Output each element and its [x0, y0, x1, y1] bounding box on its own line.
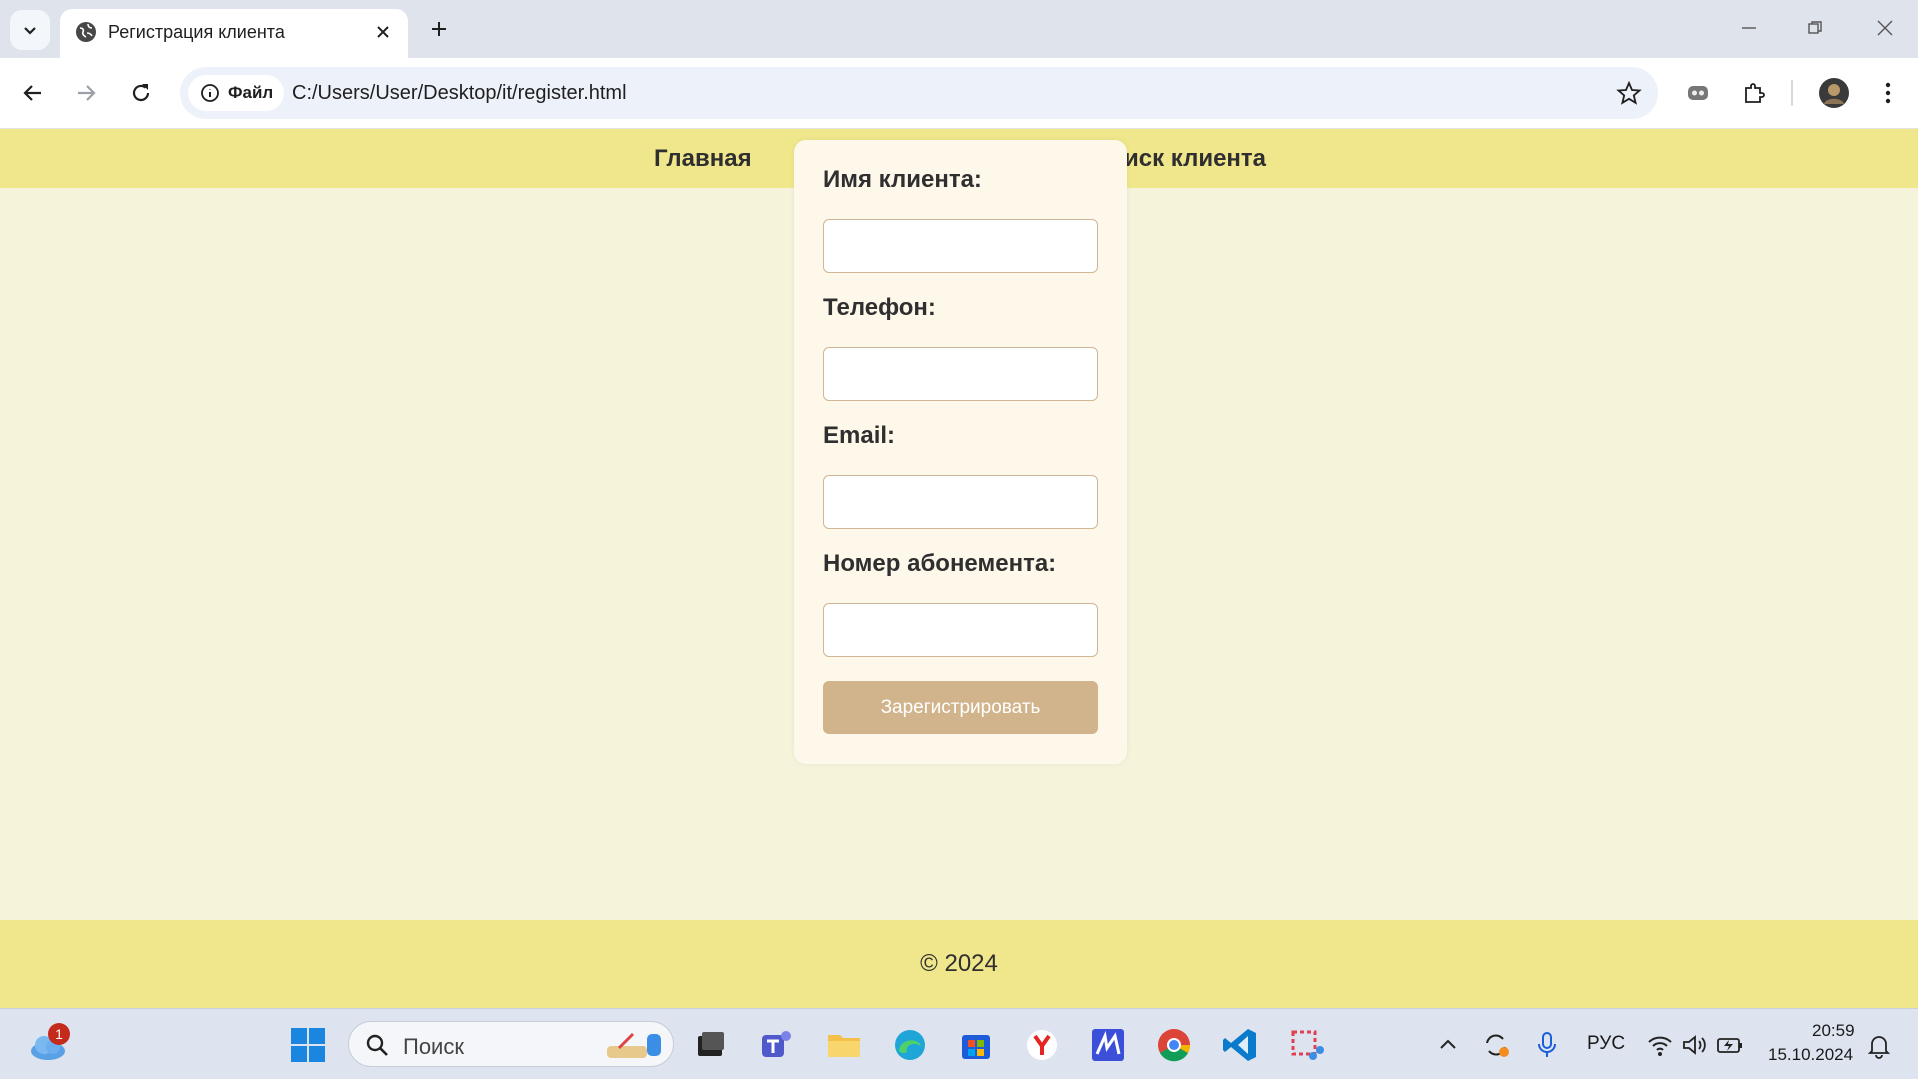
bell-icon [1867, 1036, 1891, 1059]
vscode-like-app[interactable] [1089, 1026, 1127, 1064]
forward-button[interactable] [68, 75, 104, 111]
site-footer: © 2024 [0, 920, 1918, 1008]
clock-date[interactable]: 15.10.2024 [1768, 1045, 1853, 1065]
close-window-button[interactable] [1860, 10, 1910, 46]
edge-icon [895, 1030, 925, 1060]
microphone-icon [1538, 1032, 1556, 1057]
task-view-icon [698, 1032, 724, 1056]
email-label: Email: [823, 422, 896, 449]
notifications-button[interactable] [1866, 1033, 1892, 1059]
chevron-up-icon [1440, 1039, 1456, 1049]
edge-app[interactable] [891, 1026, 929, 1064]
globe-icon [76, 22, 96, 42]
battery-charging-icon [1717, 1038, 1742, 1053]
volume-tray-button[interactable] [1680, 1031, 1708, 1059]
new-tab-button[interactable] [424, 14, 454, 44]
taskbar-search[interactable]: Поиск [348, 1021, 674, 1067]
nav-link-home[interactable]: Главная [654, 145, 752, 173]
registration-form: Имя клиента: Телефон: Email: Номер абоне… [794, 140, 1127, 764]
minimize-icon [1742, 27, 1756, 29]
input-language-indicator[interactable]: РУС [1587, 1033, 1625, 1055]
membership-number-input[interactable] [823, 603, 1098, 657]
extensions-menu-button[interactable] [1736, 75, 1772, 111]
taskbar-search-placeholder: Поиск [403, 1034, 464, 1059]
chrome-icon [1158, 1029, 1191, 1062]
site-info-chip[interactable]: Файл [188, 75, 284, 111]
start-button[interactable] [289, 1026, 327, 1064]
email-input[interactable] [823, 475, 1098, 529]
active-tab[interactable]: Регистрация клиента [60, 9, 408, 58]
star-icon[interactable] [1616, 80, 1642, 106]
close-icon [1877, 20, 1893, 36]
search-icon [366, 1034, 388, 1056]
teams-app[interactable] [758, 1026, 796, 1064]
phone-input[interactable] [823, 347, 1098, 401]
more-vertical-icon [1885, 82, 1891, 104]
avatar [1819, 78, 1849, 108]
wifi-icon [1648, 1036, 1672, 1056]
battery-tray-button[interactable] [1716, 1031, 1744, 1059]
site-info-label: Файл [228, 83, 274, 102]
chevron-down-icon [24, 27, 36, 35]
snipping-tool-icon [1291, 1030, 1324, 1060]
incognito-mask-icon [1688, 86, 1708, 100]
membership-number-label: Номер абонемента: [823, 550, 1057, 577]
restore-button[interactable] [1790, 10, 1840, 46]
client-name-label: Имя клиента: [823, 166, 982, 193]
search-highlight-icon [607, 1032, 661, 1058]
clock-time[interactable]: 20:59 [1812, 1021, 1855, 1041]
tab-strip: Регистрация клиента [0, 0, 1918, 58]
weather-widget[interactable]: 1 [26, 1023, 70, 1067]
yandex-icon [1027, 1030, 1057, 1060]
nav-link-client-search[interactable]: иск клиента [1124, 145, 1266, 173]
restore-icon [1808, 21, 1822, 34]
puzzle-icon [1745, 83, 1765, 103]
vscode-icon [1223, 1029, 1256, 1061]
taskbar: 1 Поиск РУС 20:59 15.10.2024 [0, 1008, 1918, 1079]
vscode-app[interactable] [1221, 1026, 1259, 1064]
teams-icon [762, 1031, 791, 1057]
close-tab-button[interactable] [370, 19, 396, 45]
profile-button[interactable] [1816, 75, 1852, 111]
store-app[interactable] [957, 1026, 995, 1064]
sync-tray-button[interactable] [1482, 1031, 1510, 1059]
snipping-tool-app[interactable] [1287, 1026, 1325, 1064]
yandex-browser-app[interactable] [1023, 1026, 1061, 1064]
editor-app-icon [1092, 1029, 1124, 1061]
arrow-left-icon [23, 85, 41, 101]
show-hidden-icons-button[interactable] [1436, 1033, 1460, 1057]
browser-menu-button[interactable] [1870, 75, 1906, 111]
toolbar-divider [1791, 80, 1793, 106]
extension-button[interactable] [1680, 75, 1716, 111]
tab-search-button[interactable] [10, 10, 50, 50]
close-icon [377, 26, 389, 38]
file-explorer-app[interactable] [825, 1026, 863, 1064]
info-icon [201, 84, 219, 102]
folder-icon [828, 1035, 860, 1057]
reload-icon [132, 84, 150, 102]
reload-button[interactable] [123, 75, 159, 111]
copyright-text: © 2024 [920, 950, 998, 977]
tab-title: Регистрация клиента [108, 22, 285, 42]
plus-icon [432, 22, 446, 36]
sync-icon [1486, 1034, 1509, 1057]
arrow-right-icon [78, 85, 96, 101]
volume-icon [1683, 1035, 1706, 1055]
register-button[interactable]: Зарегистрировать [823, 681, 1098, 734]
minimize-button[interactable] [1724, 10, 1774, 46]
chrome-app[interactable] [1155, 1026, 1193, 1064]
back-button[interactable] [15, 75, 51, 111]
wifi-tray-button[interactable] [1646, 1031, 1674, 1059]
notification-badge: 1 [48, 1023, 70, 1045]
address-bar[interactable]: Файл C:/Users/User/Desktop/it/register.h… [180, 67, 1658, 119]
client-name-input[interactable] [823, 219, 1098, 273]
microphone-tray-button[interactable] [1536, 1031, 1558, 1059]
browser-toolbar: Файл C:/Users/User/Desktop/it/register.h… [0, 58, 1918, 129]
phone-label: Телефон: [823, 294, 936, 321]
store-icon [962, 1035, 990, 1059]
task-view-button[interactable] [690, 1026, 728, 1064]
url-text[interactable]: C:/Users/User/Desktop/it/register.html [292, 80, 627, 106]
windows-logo-icon [291, 1028, 325, 1062]
